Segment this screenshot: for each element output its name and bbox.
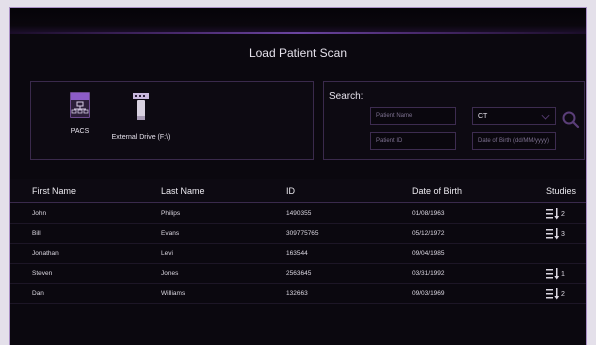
column-header-date-of-birth[interactable]: Date of Birth xyxy=(412,186,462,196)
cell-studies[interactable]: 3 xyxy=(546,228,565,240)
cell-date-of-birth: 09/03/1969 xyxy=(412,290,445,297)
source-external-drive-label: External Drive (F:\) xyxy=(111,134,171,141)
search-icon xyxy=(562,111,580,129)
source-panel: PACS External Drive (F:\) xyxy=(30,81,314,160)
source-pacs[interactable]: PACS xyxy=(65,92,95,135)
studies-list-icon xyxy=(546,208,560,220)
cell-first-name: Jonathan xyxy=(32,250,59,257)
window-top-bar xyxy=(10,8,586,33)
cell-date-of-birth: 05/12/1972 xyxy=(412,230,445,237)
column-header-first-name[interactable]: First Name xyxy=(32,186,76,196)
column-header-last-name[interactable]: Last Name xyxy=(161,186,205,196)
search-label: Search: xyxy=(329,91,364,102)
studies-count: 3 xyxy=(561,231,565,238)
table-row[interactable]: Jonathan Levi 163544 09/04/1985 xyxy=(10,244,586,264)
cell-last-name: Levi xyxy=(161,250,173,257)
studies-list-icon xyxy=(546,268,560,280)
studies-count: 1 xyxy=(561,271,565,278)
column-header-id[interactable]: ID xyxy=(286,186,295,196)
cell-first-name: Steven xyxy=(32,270,53,277)
cell-last-name: Evans xyxy=(161,230,180,237)
top-bar-accent-line xyxy=(10,32,586,34)
pacs-network-icon xyxy=(70,92,90,118)
chevron-down-icon xyxy=(541,111,550,120)
cell-id: 163544 xyxy=(286,250,308,257)
cell-first-name: John xyxy=(32,210,47,217)
window-title: Load Patient Scan xyxy=(248,46,348,60)
cell-first-name: Bill xyxy=(32,230,41,237)
cell-id: 309775765 xyxy=(286,230,319,237)
usb-drive-icon xyxy=(132,92,150,124)
date-of-birth-input[interactable]: Date of Birth (dd/MM/yyyy) xyxy=(472,132,556,150)
table-row[interactable]: Dan Williams 132663 09/03/1969 2 xyxy=(10,284,586,304)
studies-list-icon xyxy=(546,228,560,240)
table-row[interactable]: John Philips 1490355 01/08/1963 2 xyxy=(10,204,586,224)
cell-id: 132663 xyxy=(286,290,308,297)
cell-date-of-birth: 09/04/1985 xyxy=(412,250,445,257)
cell-date-of-birth: 01/08/1963 xyxy=(412,210,445,217)
cell-last-name: Jones xyxy=(161,270,179,277)
cell-date-of-birth: 03/31/1992 xyxy=(412,270,445,277)
table-row[interactable]: Steven Jones 2563645 03/31/1992 1 xyxy=(10,264,586,284)
load-patient-scan-window: Load Patient Scan PACS External Drive (F… xyxy=(9,7,587,345)
cell-studies[interactable]: 1 xyxy=(546,268,565,280)
cell-id: 1490355 xyxy=(286,210,312,217)
cell-studies[interactable]: 2 xyxy=(546,288,565,300)
patient-id-input[interactable]: Patient ID xyxy=(370,132,456,150)
column-header-studies[interactable]: Studies xyxy=(546,186,576,196)
search-button[interactable] xyxy=(561,110,581,130)
cell-studies[interactable]: 2 xyxy=(546,208,565,220)
cell-id: 2563645 xyxy=(286,270,312,277)
source-external-drive[interactable]: External Drive (F:\) xyxy=(93,92,189,141)
modality-select[interactable]: CT xyxy=(472,107,556,125)
cell-last-name: Williams xyxy=(161,290,186,297)
table-row[interactable]: Bill Evans 309775765 05/12/1972 3 xyxy=(10,224,586,244)
source-pacs-label: PACS xyxy=(70,128,90,135)
studies-count: 2 xyxy=(561,291,565,298)
search-panel: Search: Patient Name Patient ID CT Date … xyxy=(323,81,585,160)
patient-name-input[interactable]: Patient Name xyxy=(370,107,456,125)
cell-last-name: Philips xyxy=(161,210,181,217)
studies-list-icon xyxy=(546,288,560,300)
patient-table-header: First Name Last Name ID Date of Birth St… xyxy=(10,179,586,203)
cell-first-name: Dan xyxy=(32,290,44,297)
modality-value: CT xyxy=(478,113,488,120)
studies-count: 2 xyxy=(561,211,565,218)
